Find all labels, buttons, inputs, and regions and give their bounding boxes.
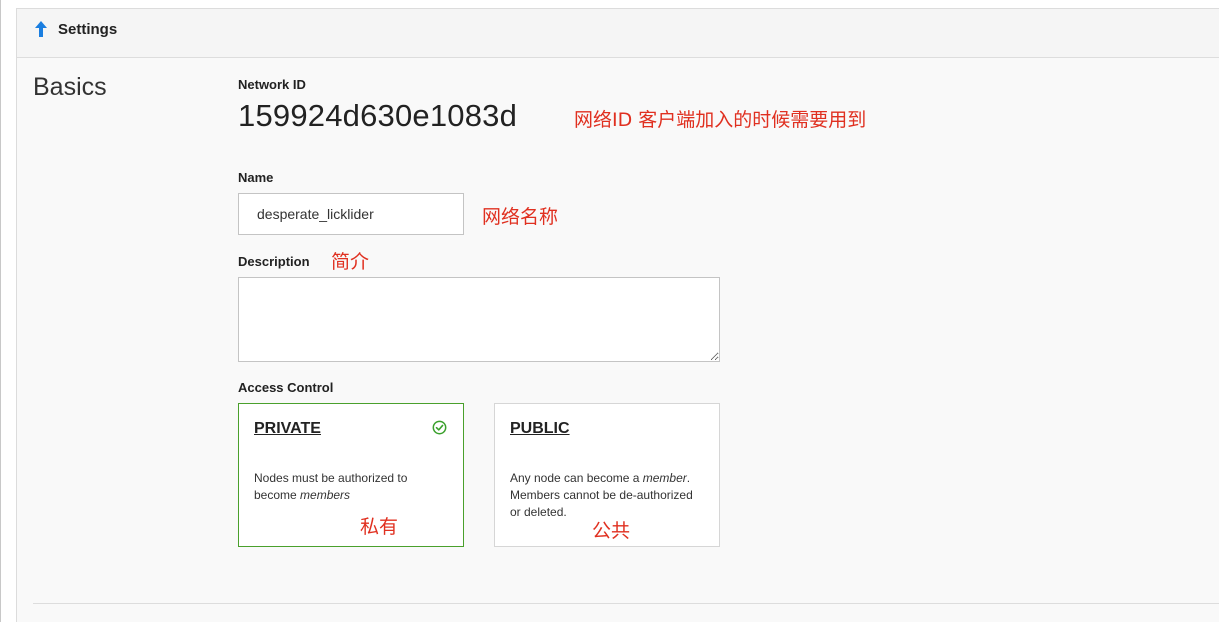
network-id-label: Network ID (238, 77, 306, 92)
access-option-title: PUBLIC (510, 420, 570, 437)
settings-panel: Settings Basics Network ID 159924d630e10… (16, 8, 1219, 622)
network-id-annotation: 网络ID 客户端加入的时候需要用到 (574, 109, 867, 131)
access-option-public[interactable]: PUBLIC Any node can become a member. Mem… (494, 403, 720, 547)
check-circle-icon (432, 420, 447, 435)
access-control-label: Access Control (238, 380, 334, 395)
name-input[interactable] (238, 193, 464, 235)
access-option-description: Any node can become a member. Members ca… (510, 471, 693, 519)
arrow-up-icon[interactable] (34, 21, 48, 37)
settings-header[interactable]: Settings (17, 9, 1219, 58)
name-annotation: 网络名称 (482, 206, 559, 228)
private-annotation: 私有 (360, 516, 399, 538)
description-label: Description (238, 254, 310, 269)
description-textarea[interactable] (238, 277, 720, 362)
network-id-value: 159924d630e1083d (238, 98, 518, 133)
access-option-title: PRIVATE (254, 420, 321, 437)
access-option-description: Nodes must be authorized to become membe… (254, 471, 408, 502)
window-left-border (0, 0, 1, 622)
section-divider (33, 603, 1219, 604)
access-option-private[interactable]: PRIVATE Nodes must be authorized to beco… (238, 403, 464, 547)
section-title: Basics (33, 73, 107, 101)
settings-title: Settings (58, 21, 118, 38)
description-annotation: 简介 (331, 251, 370, 273)
name-label: Name (238, 170, 274, 185)
public-annotation: 公共 (592, 520, 631, 542)
